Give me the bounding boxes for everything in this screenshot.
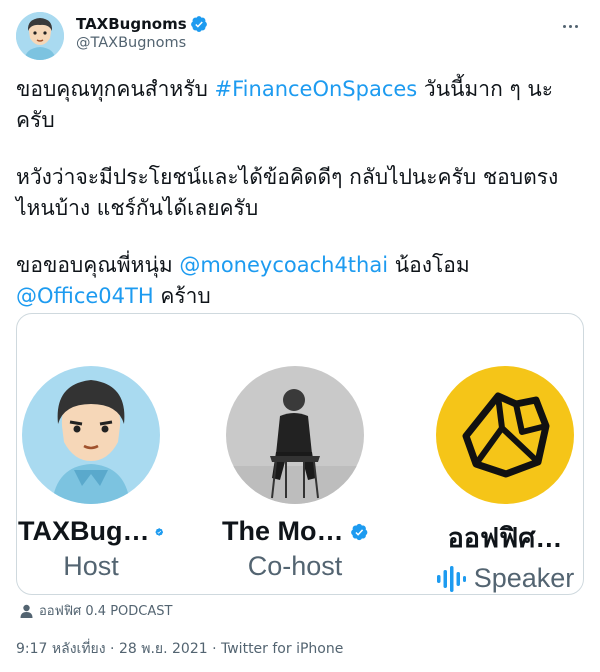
tweet-paragraph-2: หวังว่าจะมีประโยชน์และได้ข้อคิดดีๆ กลับไ…	[16, 165, 559, 220]
tweet-paragraph-1: ขอบคุณทุกคนสำหรับ #FinanceOnSpaces วันนี…	[16, 74, 584, 135]
tweet-paragraph-3: ขอขอบคุณพี่หนุ่ม @moneycoach4thai น้องโอ…	[16, 250, 584, 311]
text-segment: น้องโอม	[388, 253, 470, 277]
display-name-row: TAXBugnoms	[76, 15, 208, 33]
separator: ·	[105, 641, 119, 657]
verified-badge-icon	[156, 527, 164, 536]
user-icon	[20, 604, 33, 618]
speaker-role: Host	[63, 551, 119, 581]
speaker-name-row: The Mo…	[222, 516, 368, 547]
space-card[interactable]: TAXBug… Host The Mo… Co-host ออฟฟิศ… Spe…	[16, 313, 584, 595]
tweet: TAXBugnoms @TAXBugnoms ขอบคุณทุกคนสำหรับ…	[0, 0, 600, 672]
more-horizontal-icon	[574, 24, 578, 28]
more-horizontal-icon	[568, 24, 572, 28]
cartoon-avatar-icon	[16, 12, 64, 60]
tweet-meta: 9:17 หลังเที่ยง · 28 พ.ย. 2021 · Twitter…	[16, 638, 343, 660]
separator: ·	[207, 641, 221, 657]
speaker-role-row: Host	[18, 551, 164, 582]
speaker-role: Co-host	[247, 551, 343, 581]
verified-badge-icon	[190, 16, 207, 32]
speaker-cohost[interactable]: The Mo… Co-host	[222, 366, 368, 582]
space-host-label[interactable]: ออฟฟิศ 0.4 PODCAST	[20, 600, 172, 621]
tweet-text: ขอบคุณทุกคนสำหรับ #FinanceOnSpaces วันนี…	[16, 74, 584, 311]
speaker-name-row: ออฟฟิศ…	[432, 516, 578, 559]
person-photo-icon	[226, 366, 364, 504]
tweet-client[interactable]: Twitter for iPhone	[221, 641, 343, 657]
yellow-logo-icon	[436, 366, 574, 504]
speaker-name: TAXBug…	[18, 516, 150, 546]
speaker-role-row: Speaker	[432, 563, 578, 594]
tweet-date[interactable]: 28 พ.ย. 2021	[119, 641, 208, 657]
speaker-avatar	[226, 366, 364, 504]
speaker-speaker[interactable]: ออฟฟิศ… Speaker	[432, 366, 578, 594]
speaker-role-row: Co-host	[222, 551, 368, 582]
hashtag-link[interactable]: #FinanceOnSpaces	[215, 77, 418, 101]
more-options-button[interactable]	[556, 14, 584, 38]
text-segment: ขอบคุณทุกคนสำหรับ	[16, 77, 215, 101]
cartoon-avatar-icon	[22, 366, 160, 504]
display-name[interactable]: TAXBugnoms	[76, 15, 187, 33]
author-avatar[interactable]	[16, 12, 64, 60]
verified-badge-icon	[350, 523, 367, 540]
mention-link[interactable]: @Office04TH	[16, 284, 154, 308]
text-segment: ขอขอบคุณพี่หนุ่ม	[16, 253, 180, 277]
author-handle[interactable]: @TAXBugnoms	[76, 35, 208, 51]
speaker-avatar	[22, 366, 160, 504]
tweet-header: TAXBugnoms @TAXBugnoms	[16, 12, 584, 64]
mention-link[interactable]: @moneycoach4thai	[179, 253, 388, 277]
speaker-name: ออฟฟิศ…	[447, 523, 563, 553]
speaker-name: The Mo…	[222, 516, 344, 546]
tweet-time[interactable]: 9:17 หลังเที่ยง	[16, 641, 106, 657]
speaker-role: Speaker	[473, 563, 575, 593]
speaker-avatar	[436, 366, 574, 504]
text-segment: คร้าบ	[153, 283, 211, 308]
author-names: TAXBugnoms @TAXBugnoms	[76, 15, 208, 51]
space-host-text: ออฟฟิศ 0.4 PODCAST	[39, 604, 173, 619]
speaker-name-row: TAXBug…	[18, 516, 164, 547]
speaker-host[interactable]: TAXBug… Host	[18, 366, 164, 582]
more-horizontal-icon	[562, 24, 566, 28]
speaking-waveform-icon	[436, 565, 466, 592]
